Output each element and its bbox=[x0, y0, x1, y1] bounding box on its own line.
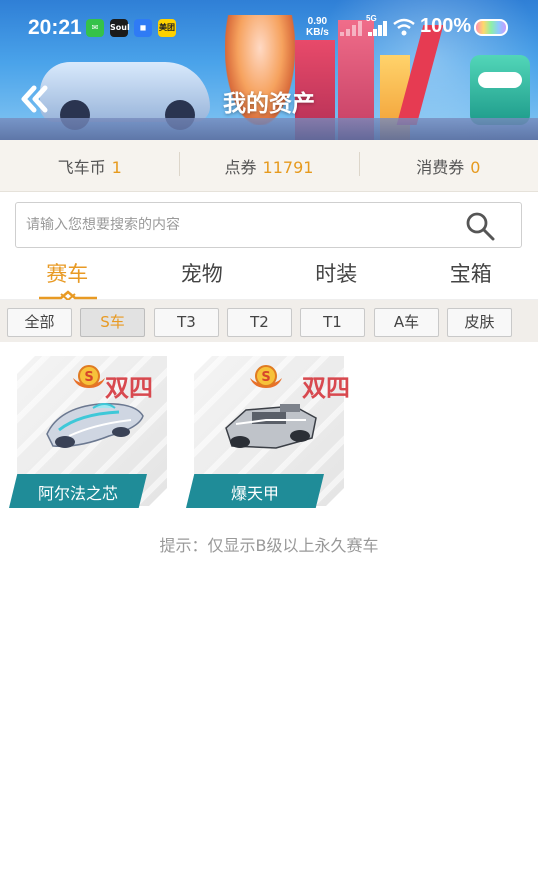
blue-app-icon: ◼ bbox=[134, 19, 152, 37]
svg-text:S: S bbox=[261, 370, 270, 385]
currency-value: 0 bbox=[470, 157, 481, 177]
filter-all[interactable]: 全部 bbox=[7, 308, 72, 337]
s-rank-badge-icon: S bbox=[250, 365, 282, 388]
currency-label: 点券 bbox=[224, 157, 257, 177]
filter-t2[interactable]: T2 bbox=[227, 308, 292, 337]
tab-outfits[interactable]: 时装 bbox=[269, 252, 404, 299]
kart-card[interactable]: S 双四 阿尔法之芯 bbox=[9, 356, 177, 512]
currency-points: 点券 11791 bbox=[179, 151, 358, 178]
filter-s-kart[interactable]: S车 bbox=[80, 308, 145, 337]
filter-t1[interactable]: T1 bbox=[300, 308, 365, 337]
currency-vouchers: 消费券 0 bbox=[358, 151, 538, 178]
page-title: 我的资产 bbox=[223, 91, 315, 117]
kart-image bbox=[46, 403, 144, 448]
search-box bbox=[15, 202, 522, 248]
kart-name: 爆天甲 bbox=[230, 484, 279, 503]
meituan-icon: 美团 bbox=[158, 19, 176, 37]
soul-icon: Soul bbox=[110, 19, 130, 37]
status-bar: 20:21 ✉ Soul ◼ 美团 0.90 KB/s 5G 100% bbox=[0, 0, 538, 56]
signal-icon bbox=[340, 20, 364, 36]
status-time: 20:21 bbox=[28, 16, 82, 39]
tab-pets[interactable]: 宠物 bbox=[135, 252, 270, 299]
search-icon[interactable] bbox=[465, 211, 495, 241]
currency-summary: 飞车币 1 点券 11791 消费券 0 bbox=[0, 140, 538, 192]
grade-filter-row: 全部 S车 T3 T2 T1 A车 皮肤 bbox=[0, 300, 538, 342]
network-speed-unit: KB/s bbox=[306, 27, 329, 38]
currency-value: 1 bbox=[111, 157, 122, 177]
svg-text:S: S bbox=[84, 370, 93, 385]
hint-text: 提示：仅显示B级以上永久赛车 bbox=[159, 536, 379, 555]
currency-label: 消费券 bbox=[416, 157, 465, 177]
tab-chests[interactable]: 宝箱 bbox=[404, 252, 538, 299]
battery-percentage: 100% bbox=[420, 15, 472, 37]
search-input[interactable] bbox=[26, 203, 446, 247]
filter-t3[interactable]: T3 bbox=[154, 308, 219, 337]
network-speed: 0.90 KB/s bbox=[306, 16, 329, 38]
currency-value: 11791 bbox=[262, 157, 314, 177]
network-speed-value: 0.90 bbox=[307, 16, 328, 27]
signal-icon bbox=[368, 20, 392, 36]
banner-road bbox=[0, 118, 538, 140]
battery-icon bbox=[474, 19, 508, 36]
kart-name: 阿尔法之芯 bbox=[37, 484, 118, 503]
kart-card[interactable]: S 双四 爆天甲 bbox=[186, 356, 354, 512]
currency-coins: 飞车币 1 bbox=[0, 154, 179, 178]
wifi-icon bbox=[393, 18, 415, 36]
wechat-icon: ✉ bbox=[86, 19, 104, 37]
filter-a-kart[interactable]: A车 bbox=[374, 308, 439, 337]
kart-image bbox=[225, 404, 317, 449]
filter-skins[interactable]: 皮肤 bbox=[447, 308, 512, 337]
currency-label: 飞车币 bbox=[57, 157, 106, 177]
s-rank-badge-icon: S bbox=[73, 365, 105, 388]
